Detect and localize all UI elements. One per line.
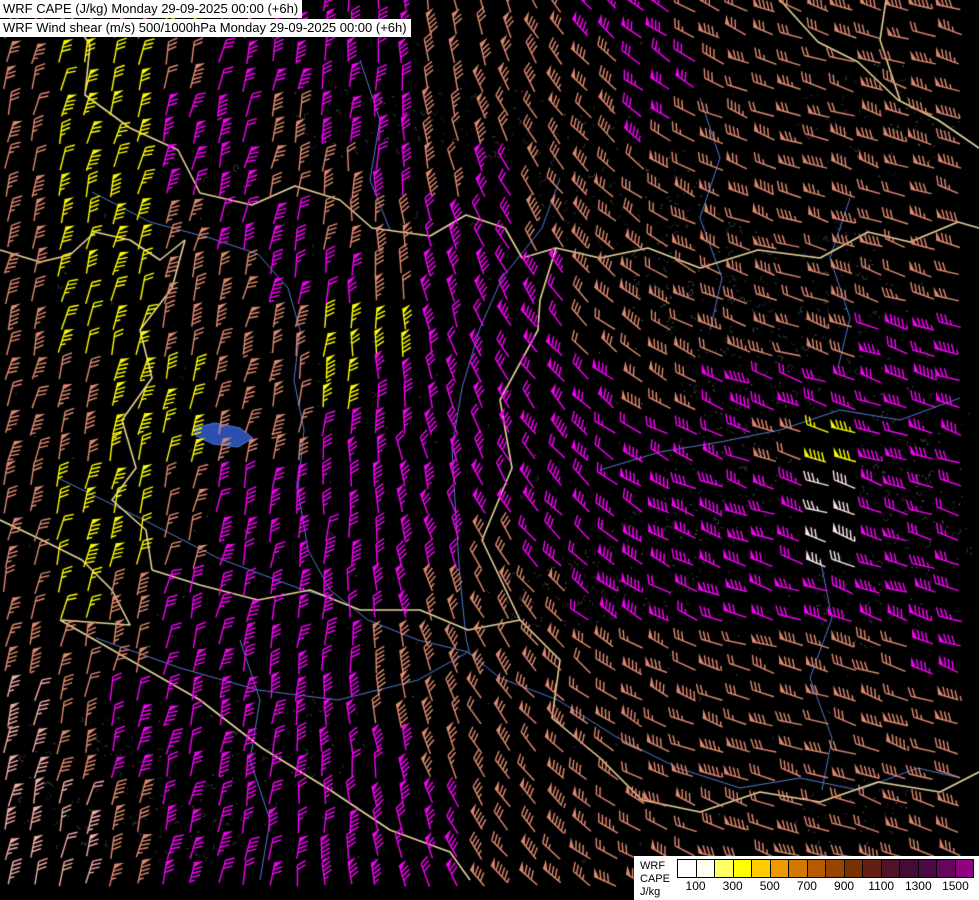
legend-param-label: CAPE: [640, 873, 670, 886]
cape-legend: WRF CAPE J/kg 100 300 500 700 900 1100 1300 150…: [634, 856, 979, 900]
legend-tick-label: 500: [760, 879, 780, 893]
legend-tick-label: 900: [834, 879, 854, 893]
legend-color-cell: [715, 860, 734, 877]
map-canvas: [0, 0, 979, 900]
legend-color-cell: [697, 860, 716, 877]
legend-scale: 100 300 500 700 900 1100 1300 1500: [677, 859, 974, 893]
title-cape: WRF CAPE (J/kg) Monday 29-09-2025 00:00 …: [0, 0, 302, 18]
legend-color-cell: [919, 860, 938, 877]
legend-color-cell: [752, 860, 771, 877]
legend-color-cell: [678, 860, 697, 877]
map-title-bar: WRF CAPE (J/kg) Monday 29-09-2025 00:00 …: [0, 0, 411, 37]
legend-color-cell: [863, 860, 882, 877]
legend-tick-label: 1300: [905, 879, 932, 893]
weather-map: WRF CAPE (J/kg) Monday 29-09-2025 00:00 …: [0, 0, 979, 900]
legend-color-cell: [845, 860, 864, 877]
legend-tick-label: 1500: [942, 879, 969, 893]
legend-tick-row: 100 300 500 700 900 1100 1300 1500: [677, 878, 974, 893]
title-wind-shear: WRF Wind shear (m/s) 500/1000hPa Monday …: [0, 19, 411, 37]
legend-color-cell: [826, 860, 845, 877]
legend-label-block: WRF CAPE J/kg: [640, 859, 670, 899]
legend-tick-label: 100: [686, 879, 706, 893]
legend-color-cell: [882, 860, 901, 877]
legend-colorbar: [677, 859, 974, 878]
legend-color-cell: [789, 860, 808, 877]
legend-model-label: WRF: [640, 860, 670, 873]
legend-color-cell: [734, 860, 753, 877]
legend-color-cell: [808, 860, 827, 877]
legend-tick-label: 700: [797, 879, 817, 893]
legend-color-cell: [900, 860, 919, 877]
legend-color-cell: [937, 860, 956, 877]
legend-color-cell: [956, 860, 974, 877]
legend-unit-label: J/kg: [640, 886, 670, 899]
legend-color-cell: [771, 860, 790, 877]
legend-tick-label: 1100: [868, 879, 894, 893]
legend-tick-label: 300: [723, 879, 743, 893]
